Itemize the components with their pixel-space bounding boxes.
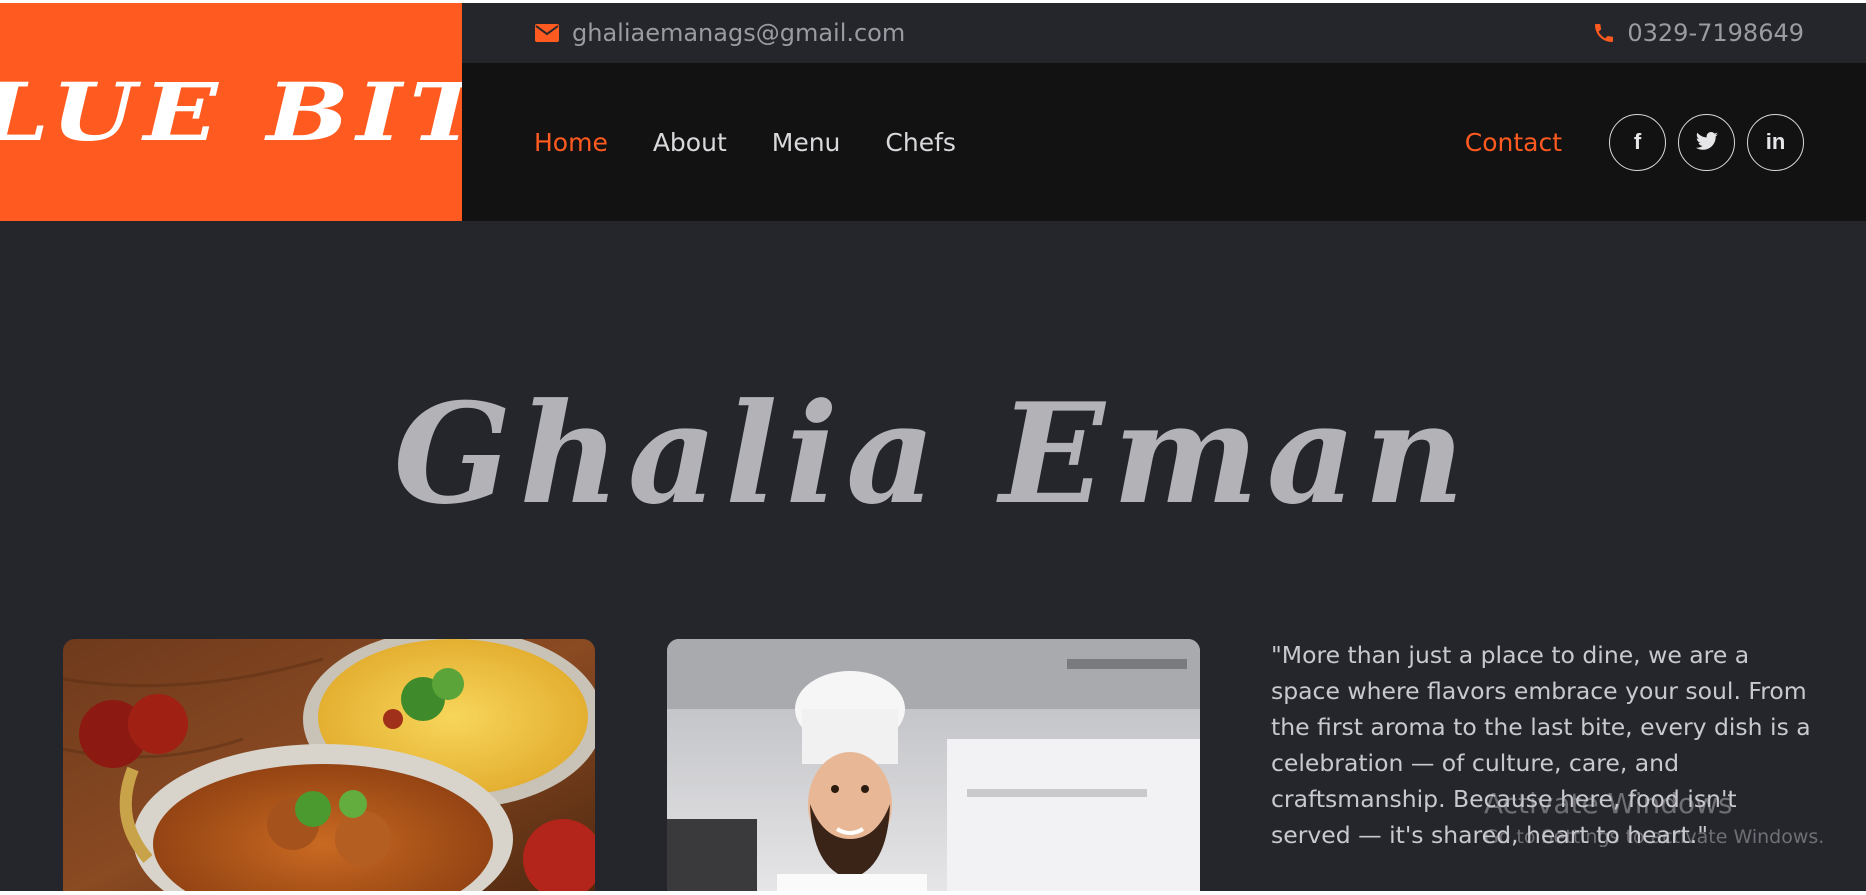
- bottom-border: [0, 891, 1866, 895]
- facebook-button[interactable]: f: [1609, 113, 1666, 171]
- facebook-icon: f: [1633, 129, 1642, 154]
- twitter-button[interactable]: [1678, 113, 1735, 171]
- nav-right: Contact f in: [1465, 63, 1804, 221]
- hero-title: Ghalia Eman: [393, 372, 1473, 535]
- nav-links: Home About Menu Chefs: [534, 63, 956, 221]
- nav-item-home[interactable]: Home: [534, 128, 608, 157]
- navbar: Home About Menu Chefs Contact f in: [462, 63, 1866, 221]
- activate-windows-subtitle: Go to Settings to activate Windows.: [1484, 826, 1825, 848]
- email-contact[interactable]: ghaliaemanags@gmail.com: [534, 3, 905, 63]
- nav-item-menu[interactable]: Menu: [772, 128, 841, 157]
- page: BLUE BITE ghaliaemanags@gmail.com 0329-7…: [0, 0, 1866, 895]
- hero-quote: "More than just a place to dine, we are …: [1271, 641, 1811, 849]
- food-image: [63, 639, 595, 895]
- phone-icon: [1591, 20, 1617, 46]
- phone-text: 0329-7198649: [1627, 19, 1804, 47]
- email-text: ghaliaemanags@gmail.com: [572, 19, 906, 47]
- envelope-icon: [534, 20, 560, 46]
- brand-logo[interactable]: BLUE BITE: [0, 3, 462, 221]
- nav-item-contact[interactable]: Contact: [1465, 128, 1562, 157]
- activate-windows-title: Activate Windows: [1484, 787, 1733, 820]
- twitter-icon: [1695, 132, 1719, 152]
- contact-bar: ghaliaemanags@gmail.com 0329-7198649: [462, 3, 1866, 63]
- phone-contact[interactable]: 0329-7198649: [1591, 3, 1804, 63]
- linkedin-button[interactable]: in: [1747, 113, 1804, 171]
- chef-image: [667, 639, 1200, 895]
- nav-item-about[interactable]: About: [653, 128, 727, 157]
- linkedin-icon: in: [1765, 129, 1786, 154]
- logo-text: BLUE BITE: [0, 65, 462, 159]
- nav-item-chefs[interactable]: Chefs: [885, 128, 956, 157]
